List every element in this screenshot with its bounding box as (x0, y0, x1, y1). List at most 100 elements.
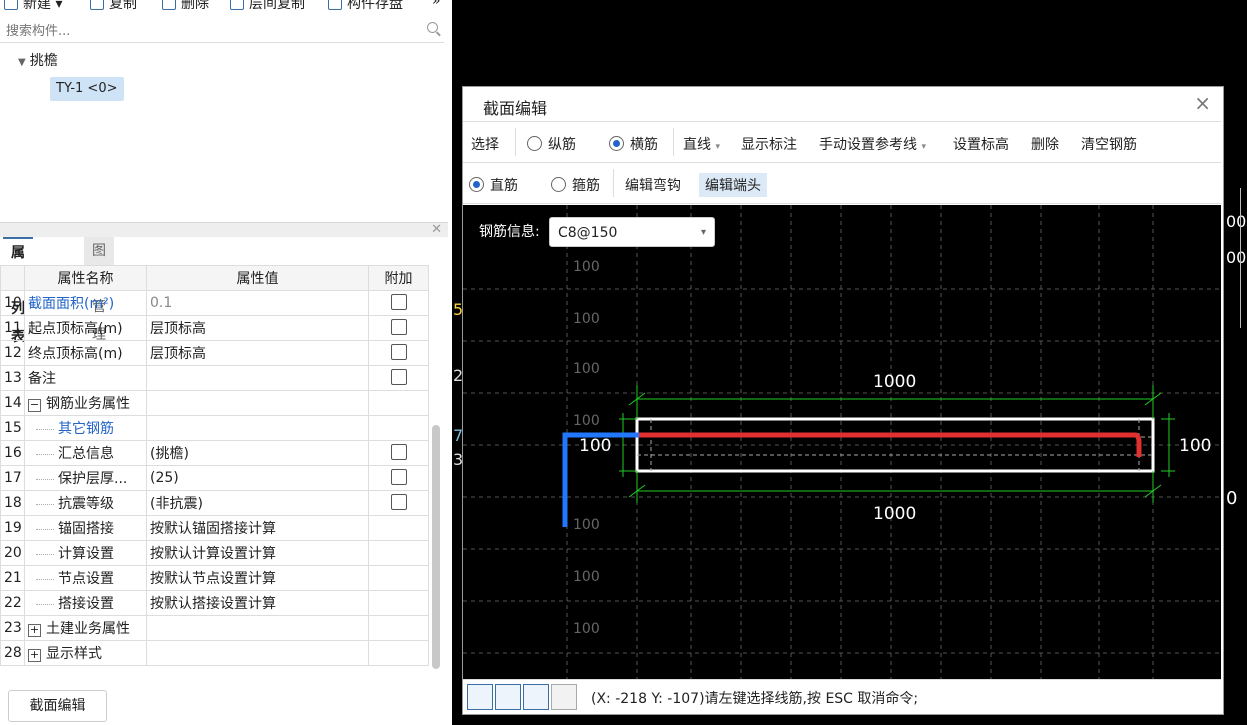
panel-divider (0, 222, 448, 237)
checkbox[interactable] (390, 294, 407, 310)
search-icon[interactable] (427, 22, 438, 33)
radio-icon[interactable] (551, 177, 566, 192)
dialog-title: 截面编辑 (483, 99, 548, 118)
table-row[interactable]: 15 其它钢筋 (0, 415, 429, 441)
radio-transverse[interactable]: 横筋 (609, 134, 658, 154)
table-row[interactable]: 21 节点设置 按默认节点设置计算 (0, 565, 429, 591)
set-elevation-button[interactable]: 设置标高 (953, 134, 1009, 154)
tab-property-list[interactable]: 属性列表 (3, 237, 33, 345)
tab-layer-management[interactable]: 图层管理 (84, 237, 114, 343)
table-row[interactable]: 10 截面面积(m²) 0.1 (0, 290, 429, 316)
cad-label: 00 (1226, 212, 1247, 231)
dialog-toolbar-1: 选择 纵筋 横筋 直线 ▾ 显示标注 手动设置参考线 ▾ 设置标高 删除 清空钢… (463, 121, 1221, 163)
line-type-dropdown[interactable]: 直线 ▾ (683, 134, 720, 154)
table-row[interactable]: 28 + 显示样式 (0, 640, 429, 666)
more-button[interactable]: » (432, 0, 441, 9)
plus-snap-icon[interactable] (551, 684, 577, 710)
clear-rebar-button[interactable]: 清空钢筋 (1081, 134, 1137, 154)
edit-hook-button[interactable]: 编辑弯钩 (625, 175, 681, 195)
floor-copy-icon (230, 0, 244, 10)
canvas-drawing: 100 100 100 100 100 100 100 1000 1000 10… (463, 205, 1221, 679)
radio-selected-icon[interactable] (609, 136, 624, 151)
radio-longitudinal[interactable]: 纵筋 (527, 134, 576, 154)
save-component-button[interactable]: 构件存盘 (328, 0, 403, 13)
dim-right-label: 100 (1179, 436, 1211, 456)
tree-group[interactable]: ▼ 挑檐 (18, 50, 58, 70)
expand-icon[interactable]: + (28, 624, 41, 637)
copy-icon (90, 0, 104, 10)
dim-bottom-label: 1000 (873, 504, 916, 524)
table-row[interactable]: 19 锚固搭接 按默认锚固搭接计算 (0, 515, 429, 541)
radio-icon[interactable] (527, 136, 542, 151)
delete-button[interactable]: 删除 (162, 0, 209, 13)
table-row[interactable]: 23 + 土建业务属性 (0, 615, 429, 641)
column-header-name: 属性名称 (24, 265, 147, 291)
checkbox[interactable] (390, 319, 407, 335)
table-row[interactable]: 18 抗震等级 (非抗震) (0, 490, 429, 516)
rebar-info-label: 钢筋信息: (479, 224, 540, 240)
cad-label: 0 (1226, 488, 1238, 509)
ortho-snap-icon[interactable] (467, 684, 493, 710)
close-icon[interactable]: × (1194, 91, 1211, 115)
cad-label: 00 (1226, 248, 1247, 267)
show-dims-button[interactable]: 显示标注 (741, 134, 797, 154)
checkbox[interactable] (390, 344, 407, 360)
rebar-info-select[interactable]: C8@150 ▾ (549, 217, 715, 247)
column-header-extra: 附加 (368, 265, 429, 291)
grid-label: 100 (573, 311, 600, 327)
new-button[interactable]: 新建 ▾ (4, 0, 62, 13)
grid-label: 100 (573, 621, 600, 637)
checkbox[interactable] (390, 494, 407, 510)
chevron-down-icon: ▾ (715, 142, 720, 152)
table-row[interactable]: 16 汇总信息 (挑檐) (0, 440, 429, 466)
checkbox[interactable] (390, 469, 407, 485)
property-table: 属性名称 属性值 附加 10 截面面积(m²) 0.1 11 起点顶标高(m) … (0, 265, 429, 666)
new-icon (4, 0, 18, 10)
table-row[interactable]: 12 终点顶标高(m) 层顶标高 (0, 340, 429, 366)
select-button[interactable]: 选择 (471, 134, 499, 154)
line-snap-icon[interactable] (495, 684, 521, 710)
table-row[interactable]: 20 计算设置 按默认计算设置计算 (0, 540, 429, 566)
radio-stirrup[interactable]: 箍筋 (551, 175, 600, 195)
chevron-down-icon[interactable]: ▼ (18, 57, 26, 68)
table-row[interactable]: 13 备注 (0, 365, 429, 391)
table-row[interactable]: 17 保护层厚... (25) (0, 465, 429, 491)
manual-ref-dropdown[interactable]: 手动设置参考线 ▾ (819, 134, 926, 154)
section-edit-dialog: 截面编辑 × 选择 纵筋 横筋 直线 ▾ 显示标注 手动设置参考线 ▾ 设置标高… (462, 86, 1224, 715)
trash-icon (162, 0, 176, 10)
status-text: (X: -218 Y: -107)请左键选择线筋,按 ESC 取消命令; (591, 691, 919, 707)
radio-selected-icon[interactable] (469, 177, 484, 192)
transverse-rebar[interactable] (639, 432, 1142, 457)
close-icon[interactable]: ✕ (431, 222, 442, 237)
search-input[interactable] (4, 21, 408, 41)
section-edit-button[interactable]: 截面编辑 (8, 690, 107, 722)
collapse-icon[interactable]: − (28, 399, 41, 412)
tree-item[interactable]: TY-1 <0> (50, 77, 124, 101)
cad-line (1240, 188, 1241, 328)
checkbox[interactable] (390, 444, 407, 460)
table-row[interactable]: 11 起点顶标高(m) 层顶标高 (0, 315, 429, 341)
table-row[interactable]: 14 − 钢筋业务属性 (0, 390, 429, 416)
dimension-lines (619, 385, 1175, 503)
floor-copy-button[interactable]: 层间复制 (230, 0, 305, 13)
grid-label: 100 (573, 259, 600, 275)
expand-icon[interactable]: + (28, 649, 41, 662)
copy-button[interactable]: 复制 (90, 0, 137, 13)
perpendicular-snap-icon[interactable] (523, 684, 549, 710)
edit-end-button[interactable]: 编辑端头 (699, 173, 767, 197)
grid-label: 100 (573, 517, 600, 533)
grid-label: 100 (573, 361, 600, 377)
dim-left-label: 100 (579, 436, 611, 456)
column-header-value: 属性值 (146, 265, 369, 291)
delete-button[interactable]: 删除 (1031, 134, 1059, 154)
save-icon (328, 0, 342, 10)
status-bar: (X: -218 Y: -107)请左键选择线筋,按 ESC 取消命令; (463, 679, 1221, 714)
scrollbar[interactable] (432, 425, 440, 669)
chevron-down-icon: ▾ (700, 227, 706, 238)
checkbox[interactable] (390, 369, 407, 385)
section-canvas[interactable]: 100 100 100 100 100 100 100 1000 1000 10… (463, 205, 1221, 679)
component-search (0, 18, 444, 43)
table-row[interactable]: 22 搭接设置 按默认搭接设置计算 (0, 590, 429, 616)
table-header: 属性名称 属性值 附加 (0, 265, 429, 291)
radio-straight[interactable]: 直筋 (469, 175, 518, 195)
